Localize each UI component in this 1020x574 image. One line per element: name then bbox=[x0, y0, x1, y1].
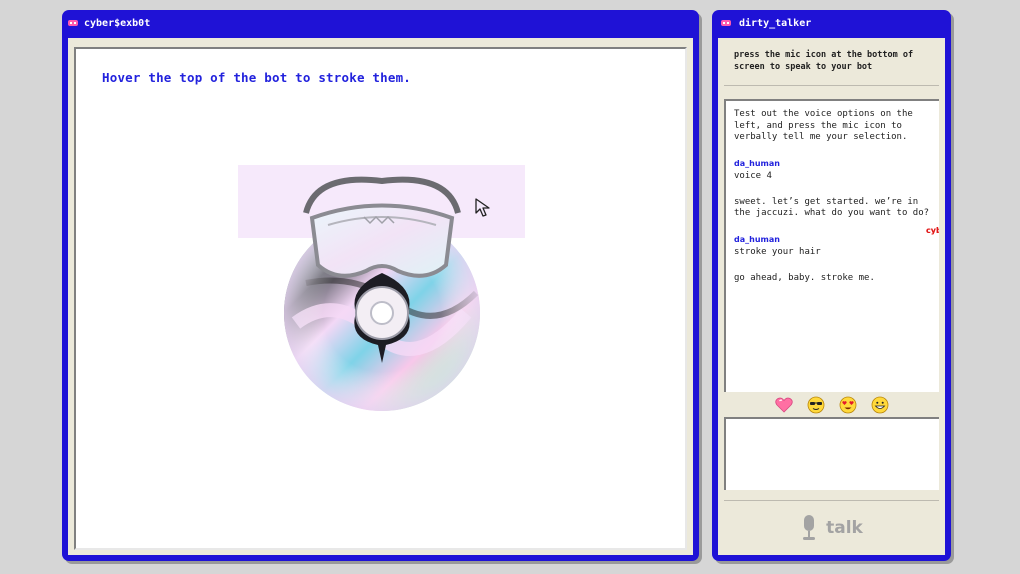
chat-window-title: dirty_talker bbox=[739, 17, 812, 29]
grinning-face-icon[interactable] bbox=[871, 396, 889, 414]
message-sender: da_human bbox=[734, 158, 780, 168]
heart-eyes-face-icon[interactable] bbox=[839, 396, 857, 414]
message-text: voice 4 bbox=[734, 171, 772, 181]
chat-message: da_human voice 4 bbox=[734, 158, 931, 183]
message-text: sweet. let’s get started. we’re in the j… bbox=[734, 196, 930, 219]
mic-icon bbox=[803, 515, 816, 540]
app-icon bbox=[68, 20, 78, 26]
bot-window: cyber$exb0t Hover the top of the bot to … bbox=[62, 10, 699, 561]
message-sender: cyber$exb0t bbox=[926, 226, 939, 235]
chat-intro-message: Test out the voice options on the left, … bbox=[734, 109, 913, 142]
bot-canvas: Hover the top of the bot to stroke them. bbox=[74, 47, 687, 550]
bot-window-body: Hover the top of the bot to stroke them. bbox=[68, 38, 693, 555]
bot-window-titlebar: cyber$exb0t bbox=[62, 10, 699, 36]
sunglasses-face-icon[interactable] bbox=[807, 396, 825, 414]
mic-hint-text: press the mic icon at the bottom of scre… bbox=[734, 50, 914, 72]
cursor-arrow-icon bbox=[475, 198, 490, 217]
app-icon bbox=[721, 20, 731, 26]
bot-window-title: cyber$exb0t bbox=[84, 17, 151, 29]
divider bbox=[724, 500, 939, 501]
heart-icon[interactable] bbox=[774, 396, 793, 414]
chat-message: cyber$exb0t go ahead, baby. stroke me. bbox=[734, 226, 939, 285]
emoji-bar bbox=[724, 393, 939, 417]
message-text: stroke your hair bbox=[734, 247, 821, 257]
chat-log[interactable]: Test out the voice options on the left, … bbox=[724, 99, 939, 392]
chat-window: dirty_talker press the mic icon at the b… bbox=[712, 10, 951, 561]
message-input[interactable] bbox=[724, 417, 939, 490]
hover-instruction: Hover the top of the bot to stroke them. bbox=[102, 70, 412, 85]
chat-message: cyber$exb0t sweet. let’s get started. we… bbox=[734, 196, 939, 236]
chat-window-titlebar: dirty_talker bbox=[712, 10, 951, 36]
message-sender: da_human bbox=[734, 234, 780, 244]
chat-window-body: press the mic icon at the bottom of scre… bbox=[718, 38, 945, 555]
talk-button[interactable]: talk bbox=[724, 508, 939, 548]
chat-message: da_human stroke your hair bbox=[734, 234, 931, 259]
talk-label: talk bbox=[826, 518, 863, 538]
bot-cd-avatar[interactable] bbox=[276, 173, 488, 411]
message-text: go ahead, baby. stroke me. bbox=[734, 272, 875, 283]
divider bbox=[724, 85, 939, 86]
